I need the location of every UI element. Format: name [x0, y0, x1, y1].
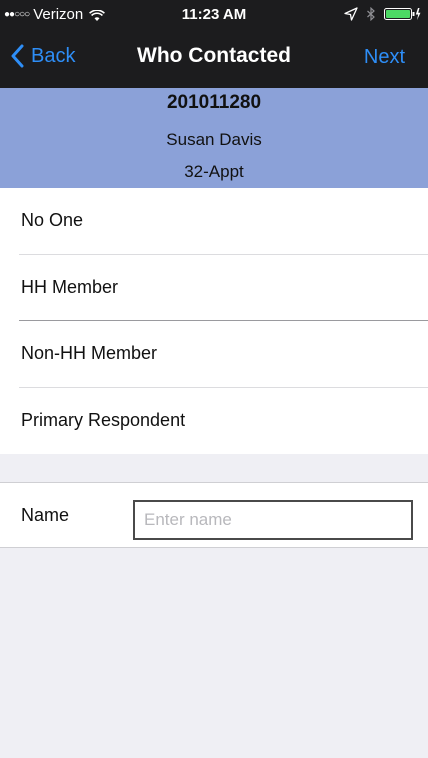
- appointment-label: 32-Appt: [184, 162, 244, 181]
- option-primary-respondent[interactable]: Primary Respondent: [0, 388, 428, 454]
- option-label: Primary Respondent: [21, 410, 186, 430]
- option-label: Non-HH Member: [21, 343, 158, 363]
- option-no-one[interactable]: No One: [0, 188, 428, 254]
- bluetooth-icon: [364, 6, 378, 22]
- battery-icon: [384, 7, 422, 21]
- respondent-name: Susan Davis: [166, 130, 262, 149]
- option-label: HH Member: [21, 277, 119, 297]
- case-id: 201011280: [166, 92, 262, 113]
- contact-options-list: No One HH Member Non-HH Member Primary R…: [0, 188, 428, 454]
- name-input[interactable]: [133, 500, 413, 540]
- status-right: [344, 6, 422, 22]
- option-hh-member[interactable]: HH Member: [0, 255, 428, 321]
- location-icon: [344, 7, 358, 21]
- name-row: Name: [0, 482, 428, 548]
- next-button[interactable]: Next: [364, 46, 405, 69]
- navigation-bar: Back Who Contacted Next: [0, 30, 428, 88]
- status-bar: ●●○○○ Verizon 11:23 AM: [0, 0, 428, 30]
- case-header: 201011280 Susan Davis 32-Appt: [0, 88, 428, 188]
- option-label: No One: [21, 210, 84, 230]
- option-non-hh-member[interactable]: Non-HH Member: [0, 321, 428, 387]
- name-label: Name: [21, 505, 70, 525]
